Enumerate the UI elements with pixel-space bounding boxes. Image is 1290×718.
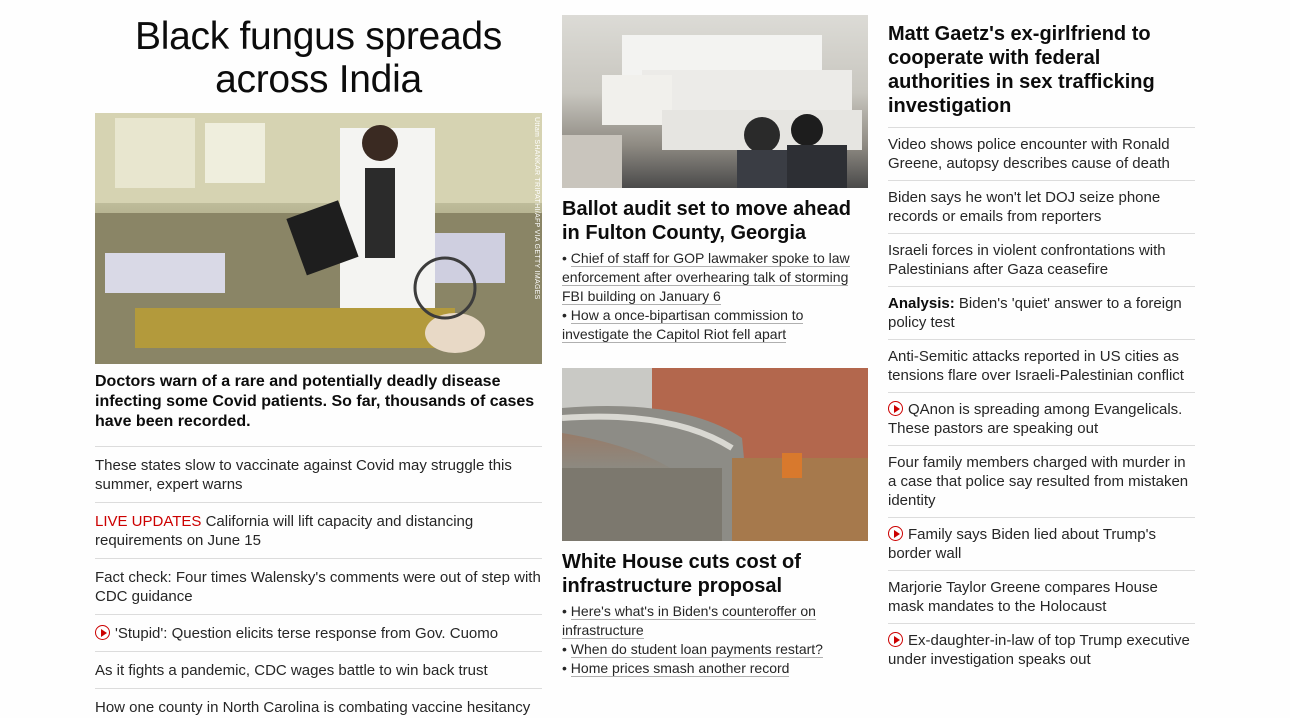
- right-column: Matt Gaetz's ex-girlfriend to cooperate …: [888, 0, 1195, 676]
- related-link[interactable]: How a once-bipartisan commission to inve…: [562, 307, 804, 343]
- list-item[interactable]: Analysis: Biden's 'quiet' answer to a fo…: [888, 287, 1195, 340]
- lead-related-list: These states slow to vaccinate against C…: [95, 446, 542, 718]
- list-item: • Chief of staff for GOP lawmaker spoke …: [562, 250, 850, 305]
- list-item[interactable]: Israeli forces in violent confrontations…: [888, 234, 1195, 287]
- play-video-icon: [888, 632, 903, 647]
- list-item: • Here's what's in Biden's counteroffer …: [562, 603, 816, 639]
- infrastructure-image[interactable]: [562, 368, 868, 541]
- ballot-audit-headline[interactable]: Ballot audit set to move ahead in Fulton…: [562, 197, 868, 245]
- headline-list: Video shows police encounter with Ronald…: [888, 128, 1195, 676]
- list-item[interactable]: Biden says he won't let DOJ seize phone …: [888, 181, 1195, 234]
- live-updates-label: LIVE UPDATES: [95, 513, 202, 530]
- lead-story-column: Black fungus spreads across India Uttam …: [95, 0, 542, 718]
- list-item[interactable]: As it fights a pandemic, CDC wages battl…: [95, 652, 542, 689]
- list-item: • When do student loan payments restart?: [562, 641, 823, 658]
- lead-summary[interactable]: Doctors warn of a rare and potentially d…: [95, 372, 542, 432]
- ballot-audit-image[interactable]: [562, 15, 868, 188]
- list-item: • Home prices smash another record: [562, 660, 790, 677]
- play-video-icon: [888, 526, 903, 541]
- list-item[interactable]: QAnon is spreading among Evangelicals. T…: [888, 393, 1195, 446]
- infrastructure-links: • Here's what's in Biden's counteroffer …: [562, 602, 868, 678]
- related-link[interactable]: Here's what's in Biden's counteroffer on…: [562, 603, 816, 639]
- top-story-headline[interactable]: Matt Gaetz's ex-girlfriend to cooperate …: [888, 0, 1195, 128]
- highway-construction-illustration: [562, 368, 868, 541]
- middle-column: Ballot audit set to move ahead in Fulton…: [562, 0, 868, 678]
- related-link[interactable]: When do student loan payments restart?: [570, 641, 823, 658]
- lead-headline[interactable]: Black fungus spreads across India: [95, 0, 542, 101]
- play-video-icon: [888, 401, 903, 416]
- list-item[interactable]: Family says Biden lied about Trump's bor…: [888, 518, 1195, 571]
- list-item[interactable]: 'Stupid': Question elicits terse respons…: [95, 615, 542, 652]
- list-item[interactable]: Ex-daughter-in-law of top Trump executiv…: [888, 624, 1195, 676]
- image-credit: Uttam SHANKAR TRIPATHI/AFP VIA GETTY IMA…: [533, 117, 540, 300]
- list-item: • How a once-bipartisan commission to in…: [562, 307, 804, 343]
- list-item[interactable]: Video shows police encounter with Ronald…: [888, 128, 1195, 181]
- list-item[interactable]: Fact check: Four times Walensky's commen…: [95, 559, 542, 615]
- list-item[interactable]: How one county in North Carolina is comb…: [95, 689, 542, 718]
- hospital-ward-illustration: [95, 113, 542, 364]
- lead-story-image[interactable]: Uttam SHANKAR TRIPATHI/AFP VIA GETTY IMA…: [95, 113, 542, 364]
- analysis-label: Analysis:: [888, 295, 955, 312]
- list-item[interactable]: These states slow to vaccinate against C…: [95, 446, 542, 503]
- related-link[interactable]: Home prices smash another record: [570, 660, 790, 677]
- list-item[interactable]: Marjorie Taylor Greene compares House ma…: [888, 571, 1195, 624]
- infrastructure-headline[interactable]: White House cuts cost of infrastructure …: [562, 550, 868, 598]
- related-link[interactable]: Chief of staff for GOP lawmaker spoke to…: [562, 250, 850, 305]
- list-item[interactable]: LIVE UPDATES California will lift capaci…: [95, 503, 542, 559]
- list-item[interactable]: Anti-Semitic attacks reported in US citi…: [888, 340, 1195, 393]
- ballot-audit-links: • Chief of staff for GOP lawmaker spoke …: [562, 249, 868, 344]
- ballot-boxes-illustration: [562, 35, 862, 188]
- list-item[interactable]: Four family members charged with murder …: [888, 446, 1195, 518]
- play-video-icon: [95, 625, 110, 640]
